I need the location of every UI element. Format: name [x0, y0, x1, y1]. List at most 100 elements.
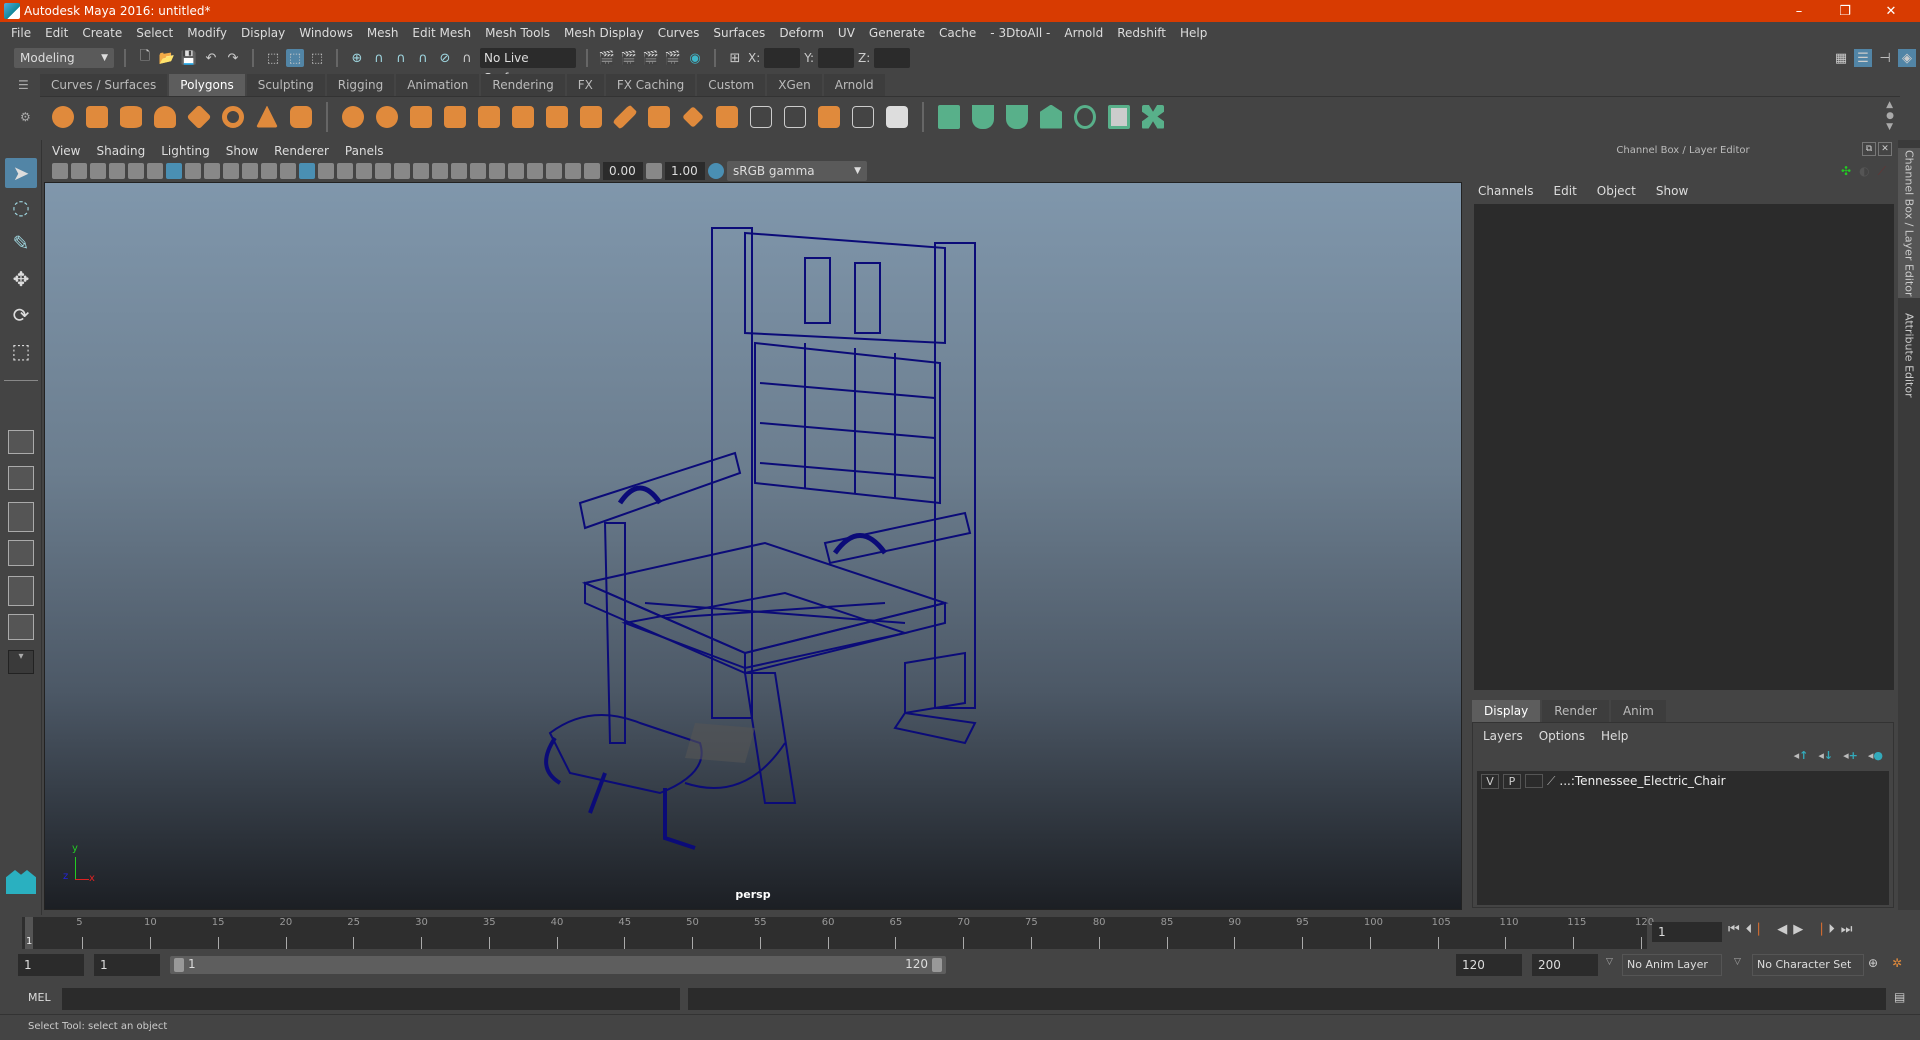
bevel-icon[interactable]: [508, 102, 538, 132]
split-icon[interactable]: [882, 102, 912, 132]
gate-mask-icon[interactable]: [223, 163, 239, 179]
custom-layout-icon[interactable]: [8, 614, 34, 640]
shelf-tab-rendering[interactable]: Rendering: [481, 74, 565, 96]
y-field[interactable]: [818, 48, 855, 68]
menu-3dtoall[interactable]: - 3DtoAll -: [983, 26, 1057, 40]
float-panel-icon[interactable]: ⧉: [1862, 142, 1876, 156]
snap-grid-icon[interactable]: ⊕: [348, 49, 366, 67]
shelf-tab-polygons[interactable]: Polygons: [169, 74, 245, 96]
side-tab-attribute-editor[interactable]: Attribute Editor: [1898, 300, 1920, 410]
poly-pyramid-icon[interactable]: [252, 102, 282, 132]
go-to-end-icon[interactable]: ⏭: [1841, 922, 1853, 937]
viewport-menu-shading[interactable]: Shading: [88, 144, 153, 158]
bookmark-icon[interactable]: [90, 163, 106, 179]
film-gate-icon[interactable]: [185, 163, 201, 179]
layer-visibility-toggle[interactable]: V: [1481, 773, 1499, 789]
menu-uv[interactable]: UV: [831, 26, 862, 40]
layer-options-menu[interactable]: Options: [1539, 729, 1585, 743]
select-tool-icon[interactable]: ➤: [5, 158, 37, 188]
smooth-icon[interactable]: [440, 102, 470, 132]
bridge-icon[interactable]: [542, 102, 572, 132]
extrude-icon[interactable]: [474, 102, 504, 132]
separate-icon[interactable]: [372, 102, 402, 132]
menu-generate[interactable]: Generate: [862, 26, 932, 40]
mode-selector[interactable]: Modeling ▼: [14, 48, 114, 68]
select-hierarchy-icon[interactable]: ⬚: [264, 49, 282, 67]
target-weld-icon[interactable]: [746, 102, 776, 132]
collapse-icon[interactable]: [814, 102, 844, 132]
live-surface-field[interactable]: No Live Surface: [480, 48, 576, 85]
go-to-start-icon[interactable]: ⏮: [1728, 922, 1740, 937]
playback-start-field[interactable]: 1: [94, 954, 160, 976]
snap-point-icon[interactable]: ∩: [392, 49, 410, 67]
four-pane-layout-icon[interactable]: [8, 466, 34, 490]
menu-create[interactable]: Create: [75, 26, 129, 40]
viewport-menu-renderer[interactable]: Renderer: [266, 144, 337, 158]
poly-cone-icon[interactable]: [150, 102, 180, 132]
poly-cube-icon[interactable]: [82, 102, 112, 132]
depth-of-field-icon[interactable]: [489, 163, 505, 179]
grease-pencil-icon[interactable]: [147, 163, 163, 179]
cylindrical-uv-icon[interactable]: [1002, 102, 1032, 132]
script-editor-icon[interactable]: ▤: [1894, 990, 1905, 1004]
render-settings-icon[interactable]: 🎬: [664, 49, 682, 67]
camera-attributes-icon[interactable]: [71, 163, 87, 179]
viewport-menu-show[interactable]: Show: [218, 144, 266, 158]
default-material-icon[interactable]: [337, 163, 353, 179]
channel-edit-menu[interactable]: Edit: [1554, 184, 1577, 198]
layers-menu[interactable]: Layers: [1483, 729, 1523, 743]
move-tool-icon[interactable]: ✥: [5, 264, 37, 294]
hyper-icon[interactable]: ⟋: [1878, 164, 1886, 179]
shelf-settings-icon[interactable]: ⚙: [20, 110, 31, 124]
resolution-gate-icon[interactable]: [204, 163, 220, 179]
uv-editor-icon[interactable]: [1104, 102, 1134, 132]
hypershade-persp-layout-icon[interactable]: [8, 576, 34, 606]
shelf-tab-curves-surfaces[interactable]: Curves / Surfaces: [40, 74, 168, 96]
automatic-uv-icon[interactable]: [934, 102, 964, 132]
outliner-persp-layout-icon[interactable]: [8, 502, 34, 532]
move-layer-down-icon[interactable]: ◂↓: [1818, 749, 1833, 762]
safe-action-icon[interactable]: [261, 163, 277, 179]
screen-space-ao-icon[interactable]: [432, 163, 448, 179]
viewport-menu-panels[interactable]: Panels: [337, 144, 392, 158]
poly-plane-icon[interactable]: [184, 102, 214, 132]
menu-windows[interactable]: Windows: [292, 26, 360, 40]
channel-box-toggle-icon[interactable]: ◈: [1898, 49, 1916, 67]
isolate-select-icon[interactable]: [508, 163, 524, 179]
shelf-tab-animation[interactable]: Animation: [396, 74, 480, 96]
graph-persp-layout-icon[interactable]: [8, 540, 34, 566]
exposure-field[interactable]: 0.00: [603, 162, 643, 180]
menu-mesh-display[interactable]: Mesh Display: [557, 26, 651, 40]
camera-icon[interactable]: [52, 163, 68, 179]
snap-view-plane-icon[interactable]: ∩: [414, 49, 432, 67]
minimize-button[interactable]: –: [1776, 0, 1822, 22]
poly-pipe-icon[interactable]: [286, 102, 316, 132]
speed-icon[interactable]: ◐: [1859, 164, 1869, 179]
menu-display[interactable]: Display: [234, 26, 292, 40]
paint-select-tool-icon[interactable]: ✎: [5, 228, 37, 258]
channel-show-menu[interactable]: Show: [1656, 184, 1688, 198]
combine-icon[interactable]: [338, 102, 368, 132]
new-scene-icon[interactable]: 🗋: [136, 49, 154, 67]
character-set-selector[interactable]: No Character Set: [1752, 954, 1864, 976]
select-object-icon[interactable]: ⬚: [286, 49, 304, 67]
open-scene-icon[interactable]: 📂: [158, 49, 176, 67]
insert-edge-loop-icon[interactable]: [644, 102, 674, 132]
redo-icon[interactable]: ↷: [224, 49, 242, 67]
save-scene-icon[interactable]: 💾: [180, 49, 198, 67]
new-layer-selected-icon[interactable]: ◂●: [1868, 749, 1883, 762]
layer-tab-render[interactable]: Render: [1542, 700, 1609, 722]
spherical-uv-icon[interactable]: [1036, 102, 1066, 132]
shelf-scroll-icon[interactable]: ▲ ● ▼: [1886, 100, 1900, 133]
viewport-menu-lighting[interactable]: Lighting: [153, 144, 218, 158]
menu-deform[interactable]: Deform: [772, 26, 831, 40]
channel-object-menu[interactable]: Object: [1597, 184, 1636, 198]
shelf-tab-custom[interactable]: Custom: [697, 74, 766, 96]
offset-edge-loop-icon[interactable]: [678, 102, 708, 132]
motion-blur-icon[interactable]: [451, 163, 467, 179]
layer-color-swatch-icon[interactable]: ⟋: [1547, 774, 1555, 789]
layer-name[interactable]: ...:Tennessee_Electric_Chair: [1559, 774, 1725, 788]
xray-icon[interactable]: [527, 163, 543, 179]
animation-preferences-icon[interactable]: ✲: [1892, 956, 1902, 970]
command-input[interactable]: [62, 988, 680, 1010]
